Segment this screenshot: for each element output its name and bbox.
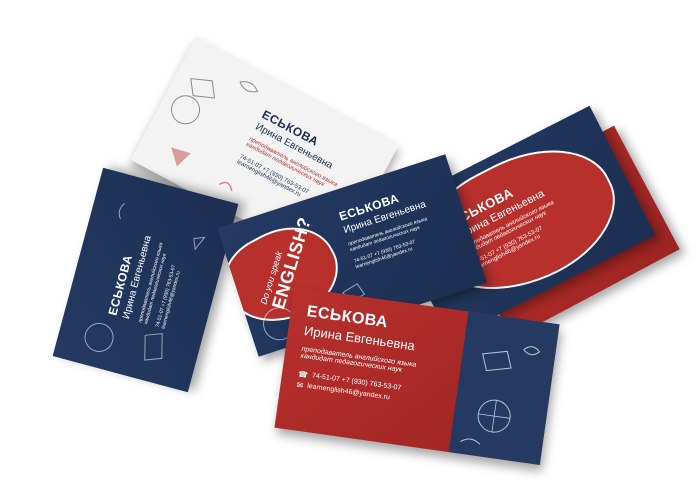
email-icon: ✉ (295, 380, 304, 391)
business-cards-scene: ЕСЬКОВА ЕСЬКОВА Ирина Евгеньевна препода… (0, 0, 700, 495)
card-blue-left: ЕСЬКОВА Ирина Евгеньевна преподаватель а… (52, 167, 239, 393)
phone-icon: ☎ (297, 369, 309, 380)
